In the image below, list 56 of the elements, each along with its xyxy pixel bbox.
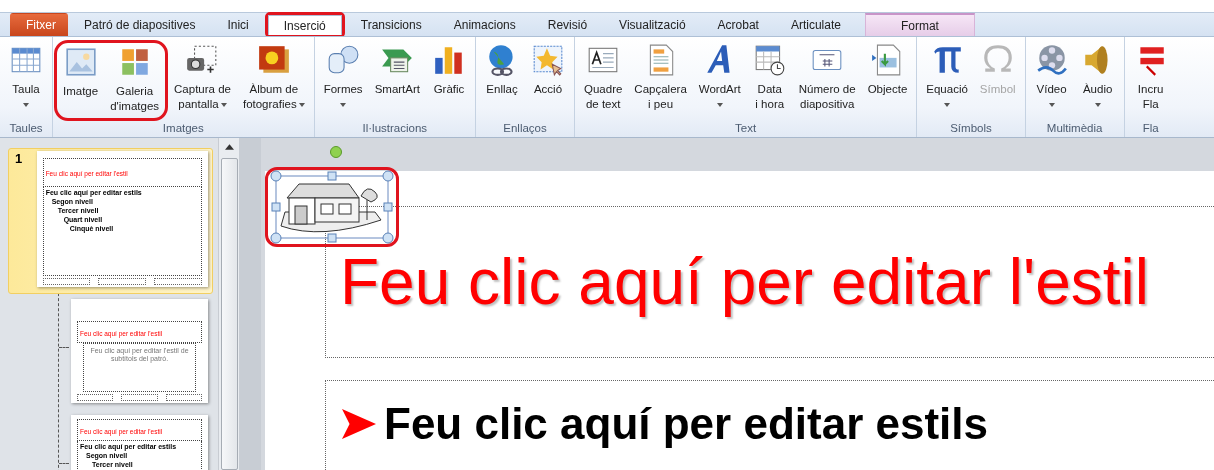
ribbon-button[interactable]: Número de diapositiva	[792, 41, 862, 112]
group-label: Multimèdia	[1045, 121, 1104, 136]
ribbon-button[interactable]: WordArt	[692, 41, 747, 112]
ribbon-button[interactable]: Equació	[920, 41, 974, 112]
slide-title: Feu clic aquí per editar l'estil	[340, 245, 1150, 319]
footer-placeholder	[98, 278, 147, 285]
rotation-handle[interactable]	[330, 146, 342, 158]
group-label: Imatges	[161, 121, 205, 136]
ribbon-tab[interactable]: Animacions	[437, 13, 532, 36]
slide-bullet: Feu clic aquí per editar estils	[384, 399, 988, 449]
ribbon-tab[interactable]: Patró de diapositives	[68, 13, 212, 36]
group-label: Taules	[8, 121, 44, 136]
scrollbar[interactable]	[218, 138, 239, 470]
scroll-up-icon[interactable]	[224, 144, 234, 150]
ribbon-button[interactable]: SmartArt	[368, 41, 426, 112]
ribbon-button[interactable]: Capçalera i peu	[628, 41, 693, 112]
group-label: Il·lustracions	[361, 121, 429, 136]
group-label: Símbols	[949, 121, 993, 136]
ribbon-button[interactable]: Captura de pantalla	[168, 41, 237, 112]
ribbon-button[interactable]: Acció	[525, 41, 571, 97]
ribbon-button[interactable]: Objecte	[861, 41, 914, 112]
film-reel-icon	[1034, 43, 1069, 77]
ribbon-button[interactable]: Enllaç	[479, 41, 525, 97]
ribbon-button[interactable]: Vídeo	[1028, 41, 1075, 112]
footer-placeholder	[42, 278, 91, 285]
arrow-bullet-icon	[340, 407, 378, 441]
footer-placeholder	[121, 394, 158, 401]
ribbon-button[interactable]: Quadre de text	[578, 41, 629, 112]
scroll-thumb[interactable]	[220, 158, 238, 470]
ribbon-tab[interactable]: Format	[864, 13, 975, 36]
ribbon-button[interactable]: Imatge	[57, 43, 105, 114]
ribbon-button[interactable]: Data i hora	[746, 41, 793, 112]
group-label: Text	[734, 121, 758, 136]
landscape-picture-icon	[63, 45, 98, 79]
ribbon-button[interactable]: Àudio	[1074, 41, 1121, 112]
slide-number: 1	[15, 151, 24, 166]
ribbon-tab[interactable]: Transicions	[344, 13, 438, 36]
ribbon-button[interactable]: Formes	[317, 41, 369, 112]
group-label: Enllaços	[502, 121, 548, 136]
ribbon-tab[interactable]: Inici	[211, 13, 265, 36]
ribbon-button[interactable]: Gràfic	[426, 41, 472, 112]
ribbon-tab[interactable]: Acrobat	[701, 13, 775, 36]
ribbon-tab[interactable]: Inserció	[267, 15, 342, 35]
ribbon-button[interactable]: Taula	[3, 41, 49, 112]
ribbon-button[interactable]: Galeria d'imatges	[104, 43, 166, 114]
ribbon-tab[interactable]: Articulate	[774, 13, 857, 36]
ribbon-button[interactable]: Àlbum de fotografies	[236, 41, 311, 112]
ribbon-tab[interactable]: Visualització	[603, 13, 702, 36]
star-cursor-icon	[531, 43, 565, 77]
ribbon-button[interactable]: Incru Fla	[1127, 41, 1174, 112]
footer-placeholder	[77, 394, 114, 401]
footer-placeholder	[165, 394, 202, 401]
footer-placeholder	[154, 278, 202, 285]
ribbon-tab[interactable]: Fitxer	[10, 13, 68, 36]
ribbon-tab[interactable]: Revisió	[531, 13, 604, 36]
group-label: Fla	[1141, 121, 1160, 136]
